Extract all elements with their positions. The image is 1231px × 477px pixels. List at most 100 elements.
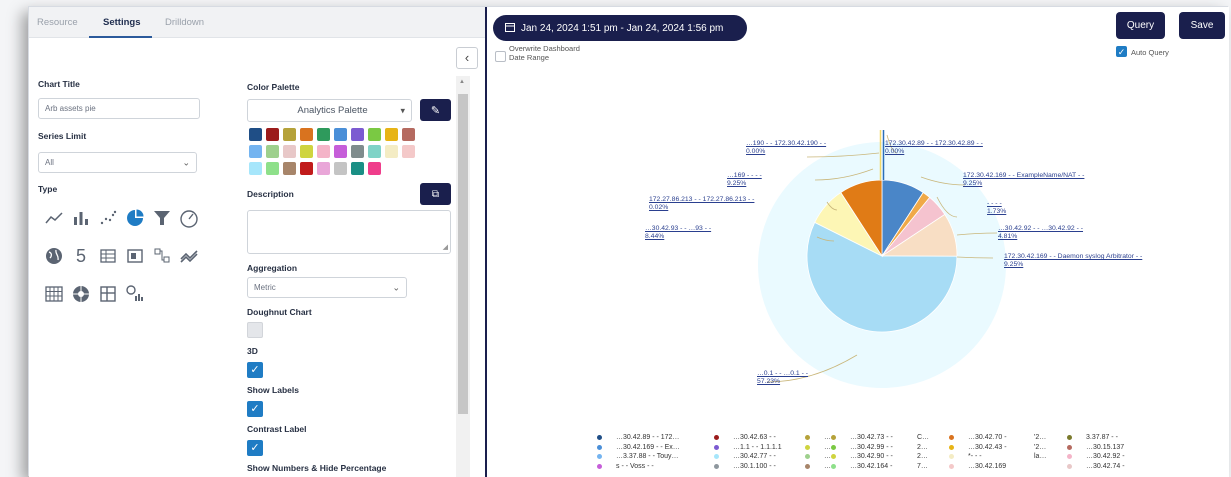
sunburst-icon[interactable]: [70, 283, 92, 305]
single-value-icon[interactable]: 5: [70, 245, 92, 267]
palette-swatch[interactable]: [317, 162, 330, 175]
legend-item[interactable]: …30.42.73 - -: [831, 433, 893, 443]
pie-label[interactable]: - - - -1.73%: [987, 200, 1006, 216]
pie-label[interactable]: …190 - - 172.30.42.190 - -0.00%: [746, 140, 826, 156]
palette-swatch[interactable]: [368, 162, 381, 175]
legend-item[interactable]: …30.42.74 -: [1067, 462, 1125, 472]
pie-label[interactable]: …0.1 - - …0.1 - -57.23%: [757, 370, 808, 386]
legend-item[interactable]: '2…: [1034, 443, 1046, 453]
palette-swatch[interactable]: [402, 128, 415, 141]
legend-item[interactable]: 2…: [917, 452, 929, 462]
palette-swatch[interactable]: [283, 162, 296, 175]
scrollbar-thumb[interactable]: [458, 94, 468, 414]
legend-item[interactable]: C…: [917, 433, 929, 443]
palette-swatch[interactable]: [334, 145, 347, 158]
settings-scrollbar[interactable]: ▲: [456, 76, 470, 477]
palette-swatch[interactable]: [300, 145, 313, 158]
table-icon[interactable]: [97, 245, 119, 267]
pie-label[interactable]: 172.27.86.213 - - 172.27.86.213 - -0.02%: [649, 196, 754, 212]
series-limit-select[interactable]: All ⌄: [38, 152, 197, 173]
geo-bar-icon[interactable]: [124, 283, 146, 305]
expand-description-button[interactable]: ⧉: [420, 183, 451, 205]
tab-settings[interactable]: Settings: [103, 17, 140, 28]
show-labels-checkbox[interactable]: ✓: [247, 401, 263, 417]
tab-drilldown[interactable]: Drilldown: [165, 17, 204, 28]
funnel-chart-icon[interactable]: [151, 207, 173, 229]
palette-swatch[interactable]: [334, 162, 347, 175]
palette-swatch[interactable]: [249, 145, 262, 158]
heatmap-icon[interactable]: [43, 283, 65, 305]
doughnut-chart-checkbox[interactable]: [247, 322, 263, 338]
legend-item[interactable]: …30.42.99 - -: [831, 443, 893, 453]
collapse-panel-button[interactable]: ‹: [456, 47, 478, 69]
palette-swatch[interactable]: [283, 128, 296, 141]
contrast-label-checkbox[interactable]: ✓: [247, 440, 263, 456]
legend-item[interactable]: …3.37.88 - - Touy…: [597, 452, 680, 462]
legend-item[interactable]: …30.42.43 -: [949, 443, 1007, 453]
legend-item[interactable]: …: [805, 433, 831, 443]
aggregation-select[interactable]: Metric ⌄: [247, 277, 407, 298]
pie-label[interactable]: 172.30.42.169 - - Daemon syslog Arbitrat…: [1004, 253, 1142, 269]
palette-swatch[interactable]: [317, 128, 330, 141]
three-d-checkbox[interactable]: ✓: [247, 362, 263, 378]
color-palette-select[interactable]: Analytics Palette ▾: [247, 99, 412, 122]
palette-swatch[interactable]: [300, 162, 313, 175]
palette-swatch[interactable]: [266, 162, 279, 175]
line-chart-icon[interactable]: [43, 207, 65, 229]
palette-swatch[interactable]: [351, 128, 364, 141]
tab-resource[interactable]: Resource: [37, 17, 78, 28]
palette-swatch[interactable]: [249, 162, 262, 175]
legend-item[interactable]: …1.1 - - 1.1.1.1: [714, 443, 782, 453]
pie-label[interactable]: …169 - - - -9.25%: [727, 172, 762, 188]
pie-label[interactable]: 172.30.42.89 - - 172.30.42.89 - -0.00%: [885, 140, 983, 156]
palette-swatch[interactable]: [385, 145, 398, 158]
palette-swatch[interactable]: [402, 145, 415, 158]
legend-item[interactable]: '2…: [1034, 433, 1046, 443]
palette-swatch[interactable]: [283, 145, 296, 158]
legend-item[interactable]: s - - Voss - -: [597, 462, 680, 472]
legend-item[interactable]: …30.42.169 - - Ex…: [597, 443, 680, 453]
legend-item[interactable]: 3.37.87 - -: [1067, 433, 1125, 443]
trend-icon[interactable]: [178, 245, 200, 267]
legend-item[interactable]: …: [805, 452, 831, 462]
scroll-up-icon[interactable]: ▲: [459, 79, 465, 85]
matrix-icon[interactable]: [124, 245, 146, 267]
palette-swatch[interactable]: [334, 128, 347, 141]
palette-swatch[interactable]: [249, 128, 262, 141]
palette-swatch[interactable]: [351, 145, 364, 158]
description-input[interactable]: ◢: [247, 210, 451, 254]
sankey-icon[interactable]: [151, 245, 173, 267]
pie-label[interactable]: …30.42.93 - - …93 - -8.44%: [645, 225, 711, 241]
pie-label[interactable]: 172.30.42.169 - - ExampleName/NAT - -9.2…: [963, 172, 1084, 188]
legend-item[interactable]: …30.42.70 -: [949, 433, 1007, 443]
legend-item[interactable]: …30.42.90 - -: [831, 452, 893, 462]
palette-swatch[interactable]: [368, 128, 381, 141]
legend-item[interactable]: la…: [1034, 452, 1046, 462]
palette-swatch[interactable]: [368, 145, 381, 158]
edit-palette-button[interactable]: ✎: [420, 99, 451, 121]
globe-map-icon[interactable]: [43, 245, 65, 267]
legend-item[interactable]: …30.1.100 - -: [714, 462, 782, 472]
legend-item[interactable]: …: [805, 462, 831, 472]
pie-label[interactable]: …30.42.92 - - …30.42.92 - -4.81%: [998, 225, 1083, 241]
bar-chart-icon[interactable]: [70, 207, 92, 229]
pie-chart-icon[interactable]: [124, 207, 146, 229]
palette-swatch[interactable]: [300, 128, 313, 141]
legend-item[interactable]: …30.42.92 -: [1067, 452, 1125, 462]
pivot-table-icon[interactable]: [97, 283, 119, 305]
legend-item[interactable]: 2…: [917, 443, 929, 453]
legend-item[interactable]: *- - -: [949, 452, 1007, 462]
scatter-chart-icon[interactable]: [97, 207, 119, 229]
palette-swatch[interactable]: [266, 128, 279, 141]
legend-item[interactable]: 7…: [917, 462, 929, 472]
legend-item[interactable]: …30.42.89 - - 172…: [597, 433, 680, 443]
palette-swatch[interactable]: [317, 145, 330, 158]
palette-swatch[interactable]: [351, 162, 364, 175]
palette-swatch[interactable]: [385, 128, 398, 141]
chart-title-input[interactable]: Arb assets pie: [38, 98, 200, 119]
legend-item[interactable]: …30.42.164 -: [831, 462, 893, 472]
palette-swatch[interactable]: [266, 145, 279, 158]
legend-item[interactable]: …: [805, 443, 831, 453]
legend-item[interactable]: …30.42.169: [949, 462, 1007, 472]
legend-item[interactable]: …30.15.137: [1067, 443, 1125, 453]
